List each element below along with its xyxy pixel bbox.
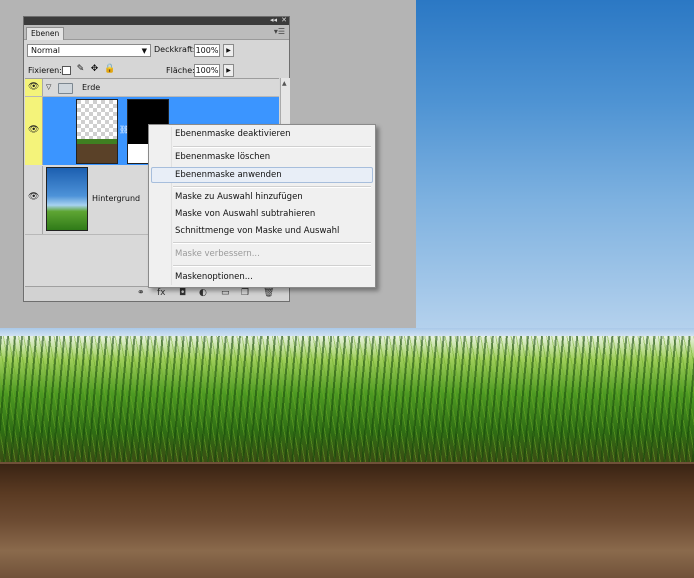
tab-layers[interactable]: Ebenen (26, 27, 65, 40)
menu-item-intersect-mask-selection[interactable]: Schnittmenge von Maske und Auswahl (175, 223, 339, 239)
layer-group-row[interactable]: 👁 ▽ Erde (25, 79, 279, 97)
layer-name: Erde (82, 83, 101, 92)
trash-icon[interactable]: 🗑 (263, 288, 274, 298)
panel-footer: ⚭ fx ◘ ◐ ▭ ❐ 🗑 (25, 286, 288, 301)
chevron-down-icon: ▼ (141, 47, 147, 55)
menu-item-add-mask-to-selection[interactable]: Maske zu Auswahl hinzufügen (175, 189, 303, 205)
layer-name: Hintergrund (92, 194, 141, 203)
menu-item-refine-mask: Maske verbessern... (175, 249, 260, 259)
sky-clouds (416, 0, 694, 340)
visibility-toggle[interactable]: 👁 (25, 97, 43, 165)
tab-row: Ebenen ▾☰ (24, 25, 289, 40)
panel-titlebar[interactable]: ◂◂ ✕ (24, 16, 289, 25)
menu-separator (173, 265, 371, 267)
lock-move-icon[interactable]: ✥ (90, 65, 99, 74)
opacity-field[interactable]: 100% (194, 44, 220, 57)
adjustment-layer-icon[interactable]: ◐ (199, 288, 207, 298)
blend-mode-select[interactable]: Normal ▼ (27, 44, 151, 57)
blend-mode-value: Normal (31, 46, 60, 55)
eye-icon: 👁 (28, 125, 40, 135)
collapse-icon[interactable]: ◂◂ (270, 16, 277, 25)
soil (0, 462, 694, 578)
fill-field[interactable]: 100% (194, 64, 220, 77)
panel-menu-icon[interactable]: ▾☰ (274, 27, 285, 36)
menu-separator (173, 146, 371, 148)
opacity-label: Deckkraft: (154, 45, 196, 54)
visibility-toggle[interactable]: 👁 (25, 166, 43, 234)
context-menu: Ebenenmaske deaktivieren Ebenenmaske lös… (148, 124, 376, 288)
menu-item-disable-mask[interactable]: Ebenenmaske deaktivieren (175, 126, 290, 142)
grass (0, 336, 694, 464)
close-icon[interactable]: ✕ (281, 16, 287, 25)
lock-brush-icon[interactable]: ✎ (76, 65, 85, 74)
scroll-up-icon[interactable]: ▲ (282, 80, 287, 87)
opacity-slider-button[interactable]: ▶ (223, 44, 234, 57)
new-layer-icon[interactable]: ❐ (241, 288, 249, 298)
menu-item-apply-mask[interactable]: Ebenenmaske anwenden (175, 167, 282, 183)
menu-separator (173, 242, 371, 244)
blend-row: Normal ▼ Deckkraft: 100% ▶ (24, 40, 289, 60)
menu-item-subtract-mask-from-selection[interactable]: Maske von Auswahl subtrahieren (175, 206, 315, 222)
fill-slider-button[interactable]: ▶ (223, 64, 234, 77)
fill-label: Fläche: (166, 66, 195, 75)
eye-icon: 👁 (28, 82, 40, 92)
add-mask-icon[interactable]: ◘ (179, 288, 186, 298)
new-group-icon[interactable]: ▭ (221, 288, 230, 298)
link-layers-icon[interactable]: ⚭ (137, 288, 145, 298)
menu-item-mask-options[interactable]: Maskenoptionen... (175, 269, 253, 285)
folder-icon (58, 83, 73, 94)
menu-item-delete-mask[interactable]: Ebenenmaske löschen (175, 149, 270, 165)
layer-style-icon[interactable]: fx (157, 288, 166, 298)
visibility-toggle[interactable]: 👁 (25, 79, 43, 96)
menu-gutter (171, 127, 172, 285)
menu-separator (173, 186, 371, 188)
lock-label: Fixieren: (28, 66, 62, 75)
lock-row: Fixieren: ✎ ✥ 🔒 Fläche: 100% ▶ (24, 60, 289, 80)
disclosure-triangle-icon[interactable]: ▽ (46, 83, 51, 91)
layer-thumbnail[interactable] (46, 167, 88, 231)
eye-icon: 👁 (28, 192, 40, 202)
lock-transparency-icon[interactable] (62, 66, 71, 75)
lock-all-icon[interactable]: 🔒 (104, 65, 115, 74)
layer-thumbnail[interactable] (76, 99, 118, 164)
